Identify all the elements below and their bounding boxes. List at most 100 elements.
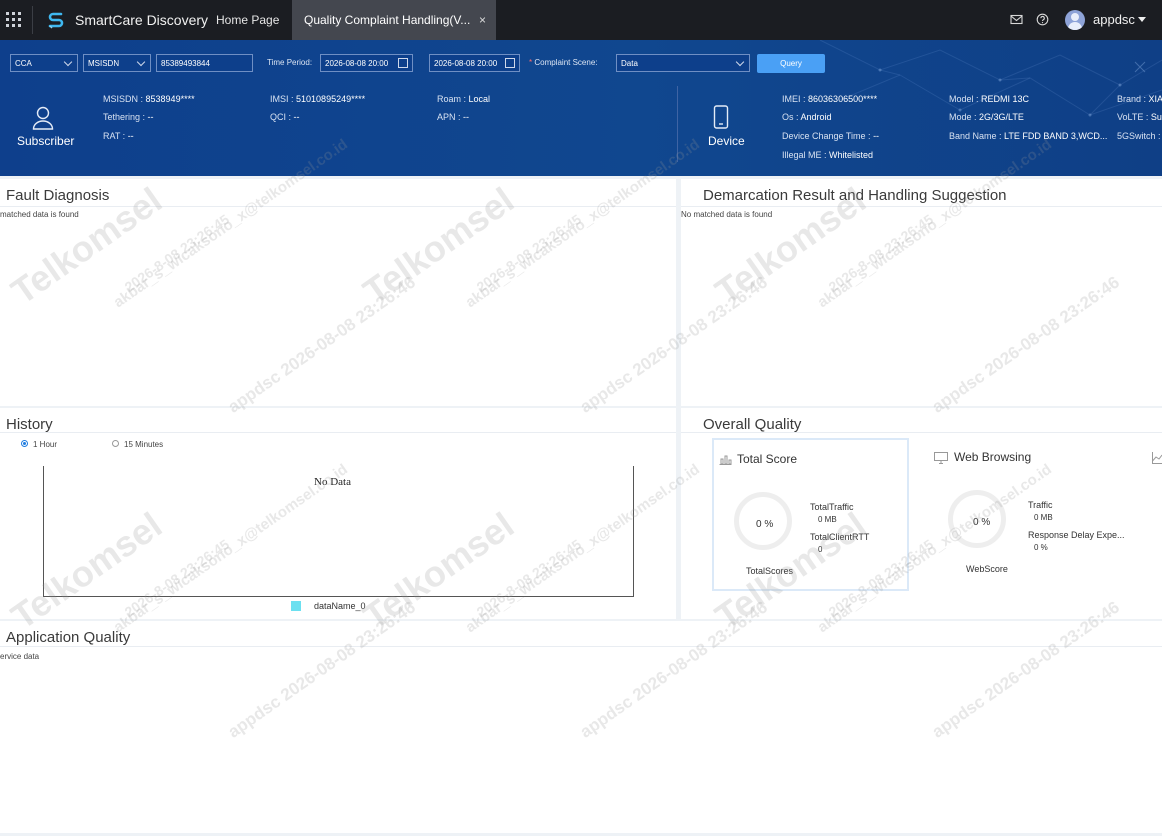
divider [0,646,1162,647]
user-icon [32,106,54,130]
tab-quality-complaint-handling[interactable]: Quality Complaint Handling(V... × [292,0,496,40]
msisdn-key: MSISDN [103,94,139,104]
imei-field: IMEI : 86036306500**** [782,94,878,104]
radio-1-hour[interactable] [21,440,28,447]
subscriber-title: Subscriber [17,134,75,148]
complaint-scene-label-text: Complaint Scene: [534,58,598,67]
number-input[interactable]: 85389493844 [156,54,253,72]
device-change-time-field: Device Change Time : -- [782,131,880,141]
roam-field: Roam : Local [437,94,491,104]
web-score-caption: WebScore [966,564,1008,574]
avatar[interactable] [1065,10,1085,30]
chevron-down-icon [63,57,73,67]
radio-15-minutes-label: 15 Minutes [124,440,164,449]
total-client-rtt-value: 0 [818,545,823,554]
imei-value: 86036306500**** [808,94,878,104]
traffic-label: Traffic [1028,500,1053,510]
total-score-percent: 0 % [756,519,774,530]
overall-quality-title: Overall Quality [703,416,802,433]
fault-diagnosis-title: Fault Diagnosis [6,187,110,204]
qci-value: -- [293,112,300,122]
required-mark: * [529,58,533,67]
rat-key: RAT [103,131,121,141]
legend-swatch [291,601,301,611]
tethering-key: Tethering [103,112,141,122]
apps-grid-icon[interactable] [6,12,22,28]
volte-value: Sup [1150,112,1162,122]
tethering-field: Tethering : -- [103,112,154,122]
response-delay-label: Response Delay Expe... [1028,530,1125,540]
imsi-value: 51010895249**** [296,94,366,104]
band-name-value: LTE FDD BAND 3,WCD... [1004,131,1108,141]
device-change-time-key: Device Change Time [782,131,866,141]
model-key: Model [949,94,974,104]
illegal-me-value: Whitelisted [829,150,874,160]
subscriber-device-header: CCA MSISDN 85389493844 Time Period: 2026… [0,40,1162,176]
phone-icon [713,105,729,129]
fault-empty-message: matched data is found [0,210,79,219]
chevron-down-icon[interactable] [1138,17,1146,22]
application-quality-title: Application Quality [6,629,131,646]
apn-field: APN : -- [437,112,470,122]
band-name-field: Band Name : LTE FDD BAND 3,WCD... [949,131,1108,141]
history-panel: History 1 Hour 15 Minutes No Data dataNa… [0,408,676,619]
no-data-text: No Data [314,476,351,488]
msisdn-value: 8538949**** [145,94,195,104]
calendar-icon[interactable] [505,58,515,68]
device-change-time-value: -- [873,131,880,141]
apn-value: -- [463,112,470,122]
os-value: Android [800,112,832,122]
id-type-select[interactable]: MSISDN [83,54,151,72]
application-quality-empty-message: ervice data [0,652,40,661]
monitor-icon [934,452,948,464]
msisdn-field: MSISDN : 8538949**** [103,94,195,104]
divider [681,206,1162,207]
volte-key: VoLTE [1117,112,1144,122]
total-score-title: Total Score [737,452,798,466]
region-select[interactable]: CCA [10,54,78,72]
total-scores-caption: TotalScores [746,566,794,576]
5g-switch-field: 5GSwitch : Su [1117,131,1161,141]
divider [32,6,33,34]
radio-1-hour-label: 1 Hour [33,440,58,449]
web-browsing-card[interactable]: Web Browsing 0 % WebScore Traffic 0 MB R… [933,438,1162,591]
5g-switch-key: 5GSwitch [1117,131,1156,141]
mode-key: Mode [949,112,972,122]
calendar-icon[interactable] [398,58,408,68]
mail-icon[interactable] [1010,13,1023,26]
start-time-value: 2026-08-08 20:00 [325,59,389,68]
end-time-input[interactable]: 2026-08-08 20:00 [429,54,520,72]
radio-15-minutes[interactable] [112,440,119,447]
total-traffic-label: TotalTraffic [810,502,854,512]
top-navigation-bar: SmartCare Discovery Home Page Quality Co… [0,0,1162,40]
id-type-value: MSISDN [88,59,120,68]
roam-key: Roam [437,94,462,104]
chevron-down-icon [136,57,146,67]
chevron-down-icon [735,57,745,67]
divider [0,432,676,433]
model-value: REDMI 13C [981,94,1030,104]
user-menu[interactable]: appdsc [1093,12,1135,27]
start-time-input[interactable]: 2026-08-08 20:00 [320,54,413,72]
qci-key: QCI [270,112,287,122]
help-icon[interactable] [1036,13,1049,26]
response-delay-value: 0 % [1034,543,1048,552]
query-button[interactable]: Query [757,54,825,73]
total-score-card[interactable]: Total Score 0 % TotalScores TotalTraffic… [712,438,909,591]
demarcation-title: Demarcation Result and Handling Suggesti… [703,187,1007,204]
demarcation-empty-message: No matched data is found [681,210,773,219]
complaint-scene-select[interactable]: Data [616,54,750,72]
mode-value: 2G/3G/LTE [979,112,1024,122]
bar-chart-icon [719,455,732,465]
total-client-rtt-label: TotalClientRTT [810,532,870,542]
section-divider [677,86,678,162]
traffic-value: 0 MB [1034,513,1053,522]
device-title: Device [708,134,745,148]
region-value: CCA [15,59,32,68]
tab-home-page[interactable]: Home Page [204,0,291,40]
fault-diagnosis-panel: Fault Diagnosis matched data is found [0,179,676,406]
divider [0,206,676,207]
mode-field: Mode : 2G/3G/LTE [949,112,1024,122]
brand-field: Brand : XIA [1117,94,1162,104]
close-icon[interactable]: × [479,0,486,40]
